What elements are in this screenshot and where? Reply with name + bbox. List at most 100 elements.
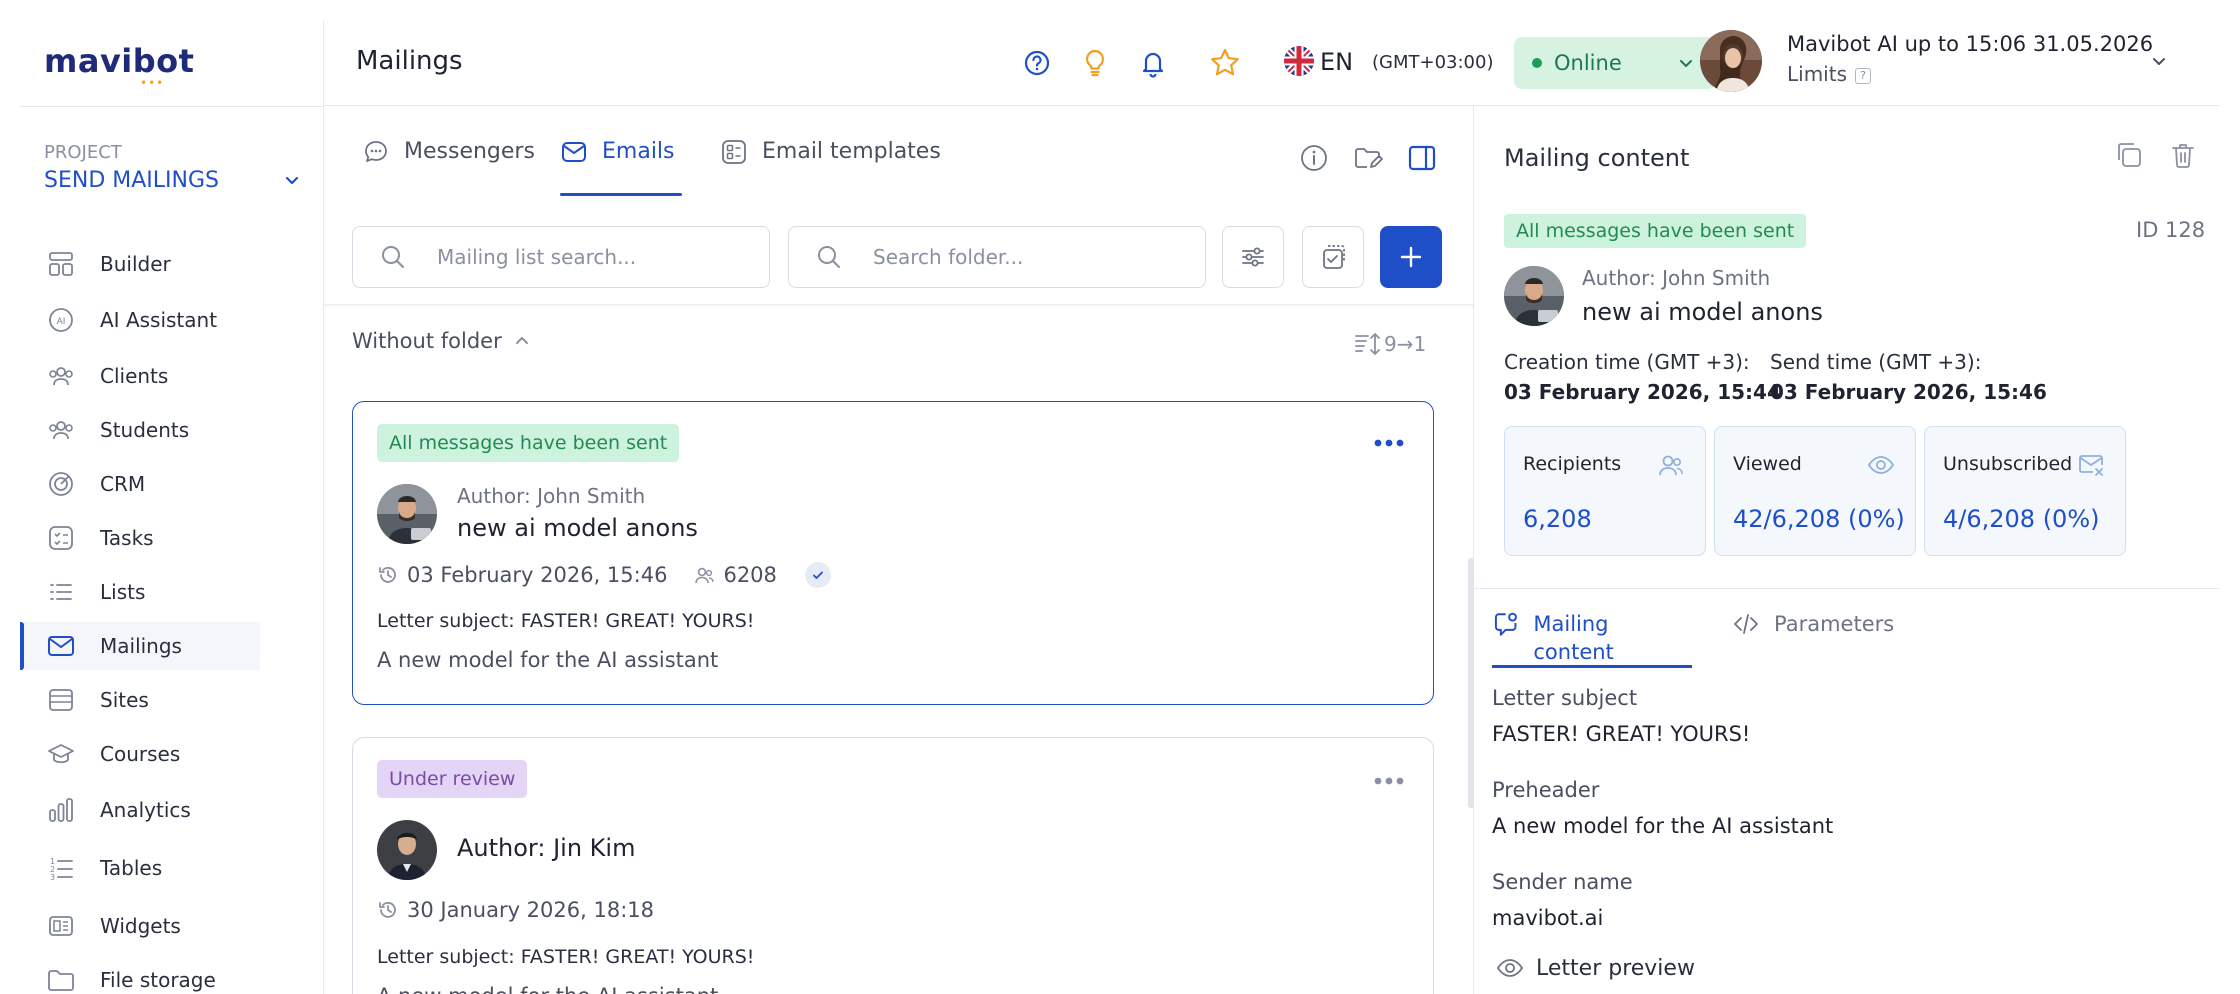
tab-label: Messengers [404,139,535,164]
send-time-label: Send time (GMT +3): [1770,350,1982,374]
chevron-down-icon [1680,60,1692,67]
sidebar-item-label: Analytics [100,798,191,822]
sidebar-item-courses[interactable]: Courses [20,730,260,778]
sidebar-item-widgets[interactable]: Widgets [20,902,260,950]
history-icon [379,902,396,918]
status-badge: All messages have been sent [1504,214,1807,248]
sidebar-item-ai-assistant[interactable]: AI AI Assistant [20,296,260,344]
delivered-check-icon [804,562,831,588]
mail-icon [562,142,586,162]
folder-name: Without folder [352,329,502,353]
sidebar-item-mailings[interactable]: Mailings [20,622,260,670]
creation-time-label: Creation time (GMT +3): [1504,350,1750,374]
user-avatar[interactable] [1700,30,1762,92]
sidebar-item-students[interactable]: Students [20,406,260,454]
mailing-author: Author: John Smith [457,484,646,508]
lightbulb-icon[interactable] [1078,46,1112,80]
mailing-title: new ai model anons [457,514,698,542]
folder-group-header[interactable]: Without folder [352,329,530,353]
eye-icon [1867,456,1895,474]
mailing-date: 30 January 2026, 18:18 [407,898,654,922]
help-icon[interactable] [1020,46,1054,80]
ai-icon: AI [49,308,73,332]
language-selector[interactable]: EN [1320,48,1353,76]
sidebar-item-label: Builder [100,252,171,276]
panel-toggle-icon[interactable] [1406,142,1438,174]
sidebar-item-label: File storage [100,968,216,992]
status-dot [1532,58,1542,68]
tab-label: Parameters [1774,612,1895,636]
folder-edit-icon[interactable] [1352,142,1384,174]
more-options-icon[interactable] [1373,438,1405,448]
mailing-meta: 03 February 2026, 15:46 6208 [377,562,831,588]
more-options-icon[interactable] [1373,776,1405,786]
tab-parameters[interactable]: Parameters [1732,610,1894,668]
bulk-select-button[interactable] [1302,226,1364,288]
logo-dots: ••• [140,76,165,90]
copy-icon[interactable] [2114,140,2144,170]
stat-value: 4/6,208 (0%) [1943,505,2100,533]
mail-x-icon [2079,455,2103,476]
tab-messengers[interactable]: Messengers [362,138,535,196]
tab-emails[interactable]: Emails [560,138,682,196]
chevron-down-icon[interactable] [282,170,302,190]
status-badge: Under review [377,760,528,798]
sidebar-item-tasks[interactable]: Tasks [20,514,260,562]
sidebar-item-label: Students [100,418,190,442]
sidebar-item-label: Tables [100,856,163,880]
add-mailing-button[interactable] [1380,226,1442,288]
sidebar-item-label: Mailings [100,634,182,658]
project-selector[interactable]: SEND MAILINGS [44,168,219,193]
limits-link[interactable]: Limits? [1787,62,1871,86]
tasks-icon [49,526,73,550]
tab-mailing-content[interactable]: Mailing content [1492,610,1692,668]
chevron-down-icon[interactable] [2150,52,2168,70]
svg-text:3: 3 [50,873,55,882]
sort-label: 9→1 [1384,332,1427,356]
widgets-icon [49,916,73,936]
sidebar-item-file-storage[interactable]: File storage [20,956,260,994]
mailing-search-input[interactable] [437,245,697,269]
field-label: Letter subject [1492,686,1638,710]
sidebar-item-builder[interactable]: Builder [20,240,260,288]
star-icon[interactable] [1208,46,1242,80]
sidebar-item-sites[interactable]: Sites [20,676,260,724]
sort-order-toggle[interactable]: 9→1 [1354,331,1426,357]
channel-tabs: Messengers Emails Email templates [324,106,1474,196]
chat-icon [365,141,387,162]
sidebar-item-analytics[interactable]: Analytics [20,786,260,834]
stat-label: Viewed [1733,453,1802,475]
sidebar-item-label: Courses [100,742,181,766]
sidebar-item-crm[interactable]: CRM [20,460,260,508]
mailing-card[interactable]: All messages have been sent Author: John… [352,401,1434,705]
builder-icon [49,252,73,276]
mailing-card[interactable]: Under review Author: Jin Kim 30 January … [352,737,1434,994]
recipient-count: 6208 [723,563,777,587]
crm-icon [49,472,73,496]
trash-icon[interactable] [2168,140,2198,170]
tab-label: Mailing content [1533,612,1614,664]
mailing-detail-panel: Mailing content All messages have been s… [1474,106,2220,994]
online-status-dropdown[interactable]: Online [1514,37,1716,89]
sidebar-item-clients[interactable]: Clients [20,352,260,400]
info-icon[interactable] [1298,142,1330,174]
mailing-date: 03 February 2026, 15:46 [407,563,668,587]
uk-flag-icon[interactable] [1284,46,1314,76]
field-value: FASTER! GREAT! YOURS! [1492,722,1751,746]
users-icon [695,567,715,584]
help-icon[interactable]: ? [1855,67,1871,84]
stat-recipients: Recipients 6,208 [1504,426,1706,556]
sidebar-item-label: Lists [100,580,146,604]
logo[interactable]: mavibot [44,42,194,80]
letter-preview-link[interactable]: Letter preview [1496,954,1695,982]
tab-email-templates[interactable]: Email templates [720,138,941,196]
stat-unsubscribed: Unsubscribed 4/6,208 (0%) [1924,426,2126,556]
top-bar: Mailings EN (GMT+03:00) Online Mavibot A… [324,20,2220,106]
bell-icon[interactable] [1136,46,1170,80]
sidebar-item-tables[interactable]: 123 Tables [20,844,260,892]
filter-button[interactable] [1222,226,1284,288]
stat-value: 42/6,208 (0%) [1733,505,1905,533]
stat-label: Unsubscribed [1943,453,2073,475]
folder-search-input[interactable] [873,245,1133,269]
sidebar-item-lists[interactable]: Lists [20,568,260,616]
